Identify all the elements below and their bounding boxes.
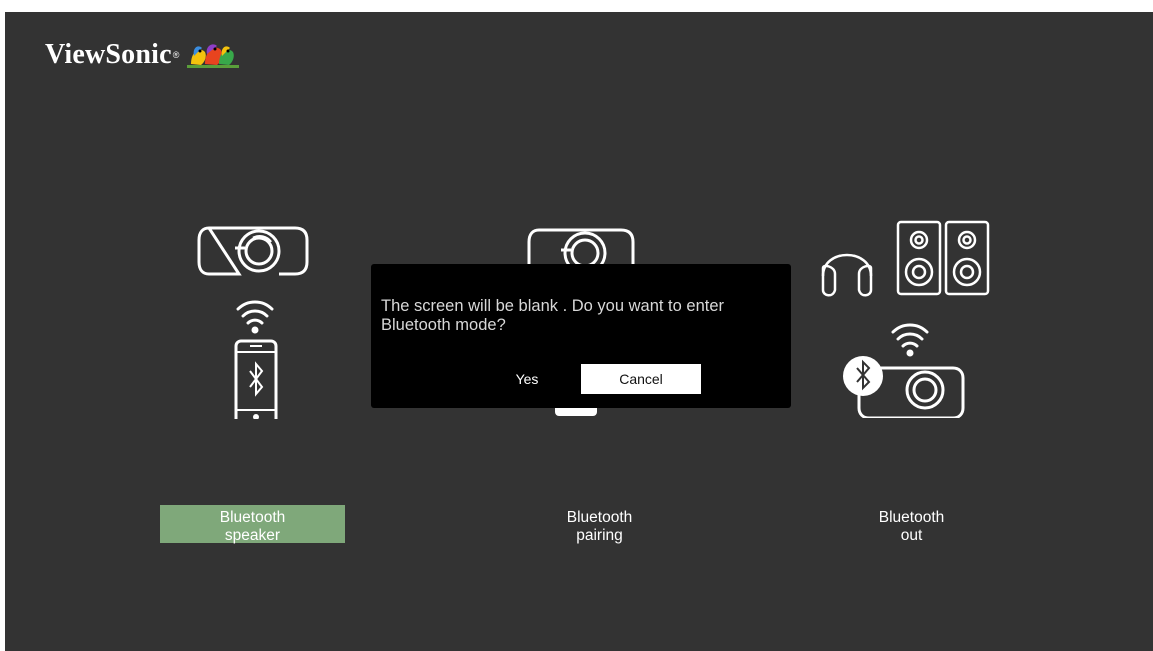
yes-button[interactable]: Yes xyxy=(491,364,563,394)
option-label-line1: Bluetooth xyxy=(566,509,633,526)
option-label-line2: pairing xyxy=(576,527,623,544)
projector-icon xyxy=(197,226,309,276)
smartphone-bluetooth-icon xyxy=(234,339,278,419)
brand-registered-mark: ® xyxy=(172,50,180,60)
headphones-icon xyxy=(821,253,873,297)
bluetooth-icon xyxy=(843,356,883,396)
option-label-line1: Bluetooth xyxy=(878,509,945,526)
brand-name: ViewSonic xyxy=(45,39,172,70)
bluetooth-mode-dialog: The screen will be blank . Do you want t… xyxy=(371,264,791,408)
option-label-line2: speaker xyxy=(224,527,281,544)
bluetooth-speaker-illustration xyxy=(195,224,315,419)
wifi-icon xyxy=(236,300,274,334)
cancel-button[interactable]: Cancel xyxy=(581,364,701,394)
speakers-icon xyxy=(896,220,990,296)
bluetooth-out-illustration xyxy=(815,218,990,418)
option-bluetooth-out[interactable]: Bluetooth out xyxy=(819,505,1004,544)
option-bluetooth-speaker[interactable]: Bluetooth speaker xyxy=(160,505,345,544)
brand-logo: ViewSonic ® xyxy=(45,38,241,72)
wifi-icon xyxy=(891,323,929,357)
tv-screen: ViewSonic ® Bluetooth speaker Bluetooth … xyxy=(5,12,1153,651)
viewsonic-birds-logo-icon xyxy=(187,44,240,68)
option-bluetooth-pairing[interactable]: Bluetooth pairing xyxy=(507,505,692,544)
option-label-line1: Bluetooth xyxy=(219,509,286,526)
option-label-line2: out xyxy=(900,527,923,544)
dialog-message: The screen will be blank . Do you want t… xyxy=(381,297,725,334)
